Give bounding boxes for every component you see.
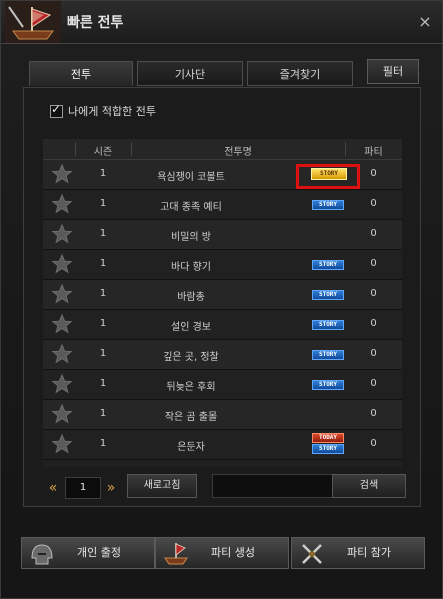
battle-name-cell: 설인 경보 <box>171 322 211 333</box>
favorite-star-icon[interactable] <box>51 313 73 335</box>
table-row[interactable]: 1 설인 경보 STORY 0 <box>43 310 402 340</box>
viking-ship-icon <box>164 543 188 565</box>
crossed-swords-icon <box>302 544 322 564</box>
season-cell: 1 <box>99 348 107 359</box>
create-party-label: 파티 생성 <box>211 546 255 559</box>
favorite-star-icon[interactable] <box>51 433 73 455</box>
battle-table: 시즌 전투명 파티 1 욕심쟁이 코볼트 STORY 0 1 고대 종족 예티 STORY 0… <box>43 139 402 467</box>
battle-name-cell: 바람총 <box>177 292 205 303</box>
close-button[interactable]: × <box>416 13 434 31</box>
party-count-cell: 0 <box>370 228 377 239</box>
season-cell: 1 <box>99 378 107 389</box>
suitable-filter-row: ✓ 나에게 적합한 전투 <box>50 101 156 118</box>
party-count-cell: 0 <box>370 408 377 419</box>
battle-name-cell: 비밀의 방 <box>171 232 211 243</box>
search-input[interactable] <box>212 474 334 498</box>
suitable-filter-label: 나에게 적합한 전투 <box>68 105 156 118</box>
viking-ship-logo-icon <box>5 1 61 43</box>
table-row[interactable]: 1 바다 향기 STORY 0 <box>43 250 402 280</box>
favorite-star-icon[interactable] <box>51 163 73 185</box>
table-header: 시즌 전투명 파티 <box>43 139 402 160</box>
party-count-cell: 0 <box>370 378 377 389</box>
story-badge: STORY <box>312 290 344 300</box>
season-cell: 1 <box>99 228 107 239</box>
table-row[interactable]: 1 은둔자 TODAY STORY 0 <box>43 430 402 460</box>
battle-name-cell: 작은 곰 출몰 <box>164 412 218 423</box>
favorite-star-icon[interactable] <box>51 373 73 395</box>
story-badge: STORY <box>312 444 344 454</box>
today-badge: TODAY <box>312 433 344 443</box>
table-row[interactable]: 1 바람총 STORY 0 <box>43 280 402 310</box>
title-bar[interactable]: 빠른 전투 × <box>1 1 442 44</box>
battle-name-cell: 뒤늦은 후회 <box>166 382 216 393</box>
table-row[interactable]: 1 고대 종족 예티 STORY 0 <box>43 190 402 220</box>
party-count-cell: 0 <box>370 288 377 299</box>
header-battle-name: 전투명 <box>224 147 252 158</box>
window-title: 빠른 전투 <box>67 15 124 31</box>
battle-name-cell: 은둔자 <box>177 442 205 453</box>
battle-name-cell: 바다 향기 <box>171 262 211 273</box>
party-count-cell: 0 <box>370 348 377 359</box>
story-badge: STORY <box>312 260 344 270</box>
favorite-star-icon[interactable] <box>51 223 73 245</box>
favorite-star-icon[interactable] <box>51 253 73 275</box>
party-count-cell: 0 <box>370 168 377 179</box>
party-count-cell: 0 <box>370 258 377 269</box>
battle-name-cell: 욕심쟁이 코볼트 <box>157 172 225 183</box>
story-badge: STORY <box>312 200 344 210</box>
tab-favorites[interactable]: 즐겨찾기 <box>247 61 353 86</box>
story-badge: STORY <box>312 380 344 390</box>
battle-name-cell: 깊은 곳, 정찰 <box>163 352 219 363</box>
header-party: 파티 <box>364 147 383 158</box>
solo-sortie-button[interactable]: 개인 출정 <box>21 537 155 569</box>
next-page-button[interactable]: » <box>103 477 119 499</box>
tab-battle[interactable]: 전투 <box>29 61 133 86</box>
season-cell: 1 <box>99 438 107 449</box>
story-badge: STORY <box>311 168 347 180</box>
table-row[interactable]: 1 작은 곰 출몰 0 <box>43 400 402 430</box>
story-badge: STORY <box>312 320 344 330</box>
table-row[interactable]: 1 비밀의 방 0 <box>43 220 402 250</box>
suitable-filter-checkbox[interactable]: ✓ <box>50 101 63 118</box>
search-button[interactable]: 검색 <box>332 474 406 498</box>
refresh-button[interactable]: 새로고침 <box>127 474 197 498</box>
favorite-star-icon[interactable] <box>51 193 73 215</box>
join-party-label: 파티 참가 <box>347 546 391 559</box>
season-cell: 1 <box>99 408 107 419</box>
season-cell: 1 <box>99 198 107 209</box>
tab-guild[interactable]: 기사단 <box>137 61 243 86</box>
season-cell: 1 <box>99 258 107 269</box>
favorite-star-icon[interactable] <box>51 343 73 365</box>
favorite-star-icon[interactable] <box>51 283 73 305</box>
table-row[interactable]: 1 뒤늦은 후회 STORY 0 <box>43 370 402 400</box>
join-party-button[interactable]: 파티 참가 <box>291 537 425 569</box>
solo-sortie-label: 개인 출정 <box>77 546 121 559</box>
header-season: 시즌 <box>93 147 113 158</box>
check-mark-icon: ✓ <box>51 101 62 116</box>
helmet-icon <box>31 544 53 565</box>
story-badge: STORY <box>312 350 344 360</box>
create-party-button[interactable]: 파티 생성 <box>155 537 289 569</box>
season-cell: 1 <box>99 318 107 329</box>
season-cell: 1 <box>99 288 107 299</box>
filter-button[interactable]: 필터 <box>367 59 419 84</box>
battle-name-cell: 고대 종족 예티 <box>160 202 222 213</box>
table-row[interactable]: 1 욕심쟁이 코볼트 STORY 0 <box>43 160 402 190</box>
prev-page-button[interactable]: « <box>45 477 61 499</box>
table-row[interactable]: 1 깊은 곳, 정찰 STORY 0 <box>43 340 402 370</box>
page-number: 1 <box>65 477 101 499</box>
party-count-cell: 0 <box>370 438 377 449</box>
party-count-cell: 0 <box>370 318 377 329</box>
party-count-cell: 0 <box>370 198 377 209</box>
season-cell: 1 <box>99 168 107 179</box>
favorite-star-icon[interactable] <box>51 403 73 425</box>
quick-battle-window: 빠른 전투 × 전투 기사단 즐겨찾기 필터 ✓ 나에게 적합한 전투 시즌 전… <box>0 0 443 599</box>
